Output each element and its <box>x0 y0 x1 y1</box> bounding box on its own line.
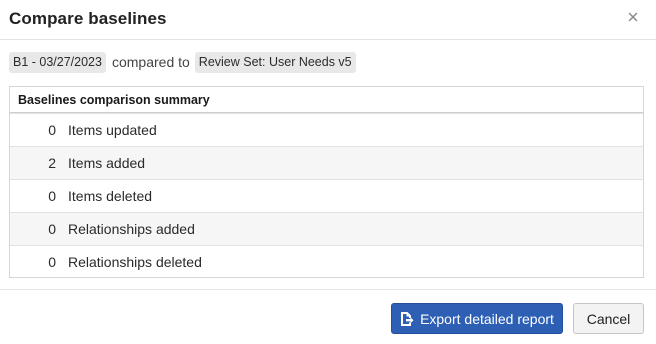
row-count: 2 <box>48 155 56 171</box>
dialog-title: Compare baselines <box>9 9 167 28</box>
dialog-footer: Export detailed report Cancel <box>0 289 656 344</box>
row-label: Relationships added <box>68 221 195 237</box>
row-label: Items updated <box>68 122 157 138</box>
row-label: Items deleted <box>68 188 153 204</box>
close-icon <box>628 12 638 22</box>
export-report-button[interactable]: Export detailed report <box>391 303 563 334</box>
row-count: 0 <box>48 221 56 237</box>
row-count: 0 <box>48 122 56 138</box>
target-chip: Review Set: User Needs v5 <box>194 51 356 73</box>
comparison-line: B1 - 03/27/2023 compared to Review Set: … <box>9 51 356 73</box>
row-count: 0 <box>48 254 56 270</box>
summary-row-relationships-added: 0 Relationships added <box>10 212 643 245</box>
summary-row-items-deleted: 0 Items deleted <box>10 179 643 212</box>
export-file-icon <box>401 311 414 326</box>
close-button[interactable] <box>626 10 640 24</box>
baseline-chip: B1 - 03/27/2023 <box>9 51 106 73</box>
comparison-summary-table: Baselines comparison summary 0 Items upd… <box>9 86 644 278</box>
compared-to-text: compared to <box>111 54 190 70</box>
summary-row-items-added: 2 Items added <box>10 146 643 179</box>
row-count: 0 <box>48 188 56 204</box>
dialog-header: Compare baselines <box>0 0 656 40</box>
summary-row-items-updated: 0 Items updated <box>10 113 643 146</box>
cancel-button[interactable]: Cancel <box>573 303 644 334</box>
summary-header: Baselines comparison summary <box>10 87 643 113</box>
row-label: Items added <box>68 155 146 171</box>
summary-row-relationships-deleted: 0 Relationships deleted <box>10 245 643 278</box>
compare-baselines-dialog: Compare baselines B1 - 03/27/2023 compar… <box>0 0 656 344</box>
export-button-label: Export detailed report <box>420 310 554 327</box>
row-label: Relationships deleted <box>68 254 202 270</box>
cancel-button-label: Cancel <box>586 310 631 327</box>
